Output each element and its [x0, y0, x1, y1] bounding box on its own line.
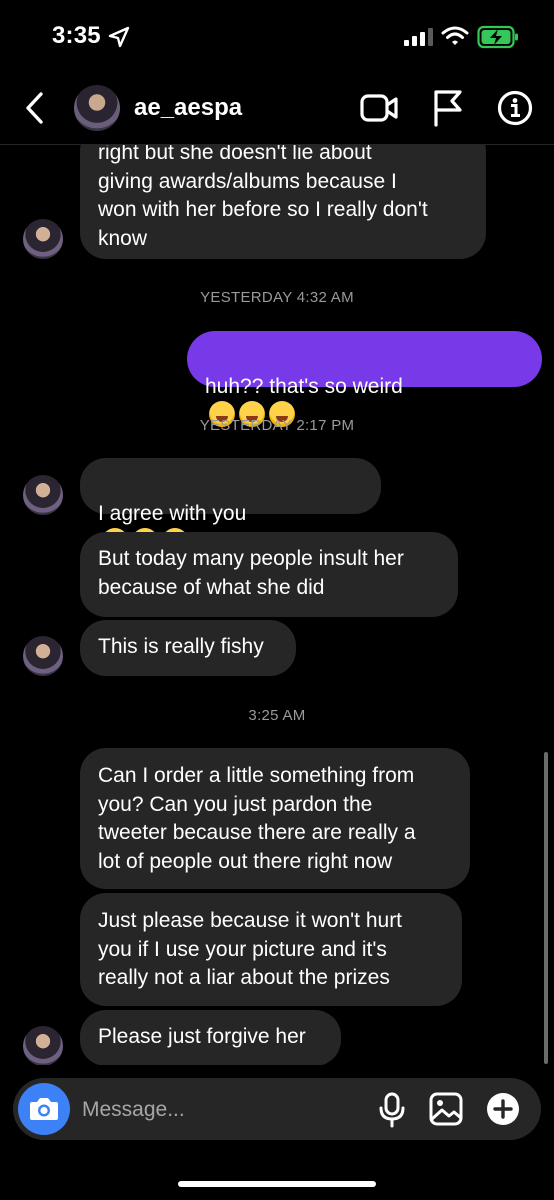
microphone-icon[interactable] [378, 1092, 406, 1128]
wifi-icon [441, 26, 469, 45]
received-message[interactable]: right but she doesn't lie about giving a… [80, 145, 486, 259]
sender-avatar[interactable] [23, 475, 63, 515]
header-avatar[interactable] [74, 85, 120, 131]
message-composer [13, 1078, 541, 1140]
message-thread[interactable]: right but she doesn't lie about giving a… [0, 145, 554, 1065]
status-time: 3:35 [52, 22, 101, 49]
sender-avatar[interactable] [23, 219, 63, 259]
camera-icon [30, 1098, 58, 1120]
timestamp: YESTERDAY 2:17 PM [199, 417, 355, 434]
received-message[interactable]: But today many people insult her because… [80, 532, 458, 617]
video-camera-icon[interactable] [360, 91, 398, 125]
home-indicator[interactable] [178, 1181, 376, 1187]
received-message[interactable]: I agree with you [80, 458, 381, 554]
message-text: huh?? that's so weird [205, 374, 403, 398]
message-input[interactable] [80, 1090, 374, 1130]
timestamp: YESTERDAY 4:32 AM [200, 289, 354, 306]
sender-avatar[interactable] [23, 636, 63, 676]
camera-button[interactable] [18, 1083, 70, 1135]
cellular-signal-icon [404, 28, 433, 46]
plus-circle-icon[interactable] [485, 1091, 521, 1127]
message-text: I agree with you [98, 501, 247, 525]
sent-message[interactable]: huh?? that's so weird [187, 331, 542, 427]
timestamp: 3:25 AM [248, 707, 306, 724]
scrollbar[interactable] [544, 752, 548, 1064]
received-message[interactable]: Just please because it won't hurt you if… [80, 893, 462, 1006]
location-arrow-icon [108, 26, 130, 48]
sender-avatar[interactable] [23, 1026, 63, 1065]
conversation-header: ae_aespa [0, 72, 554, 145]
received-message[interactable]: Can I order a little something from you?… [80, 748, 470, 889]
battery-charging-icon [477, 25, 518, 49]
username-title[interactable]: ae_aespa [134, 94, 242, 122]
chevron-left-icon[interactable] [20, 90, 50, 126]
flag-icon[interactable] [432, 89, 464, 127]
received-message[interactable]: This is really fishy [80, 620, 296, 676]
received-message[interactable]: Please just forgive her [80, 1010, 341, 1065]
image-gallery-icon[interactable] [429, 1092, 463, 1126]
info-icon[interactable] [497, 90, 533, 126]
status-bar: 3:35 [0, 0, 554, 72]
instagram-dm-screen: 3:35 ae_aespa right but she doesn't lie … [0, 0, 554, 1200]
